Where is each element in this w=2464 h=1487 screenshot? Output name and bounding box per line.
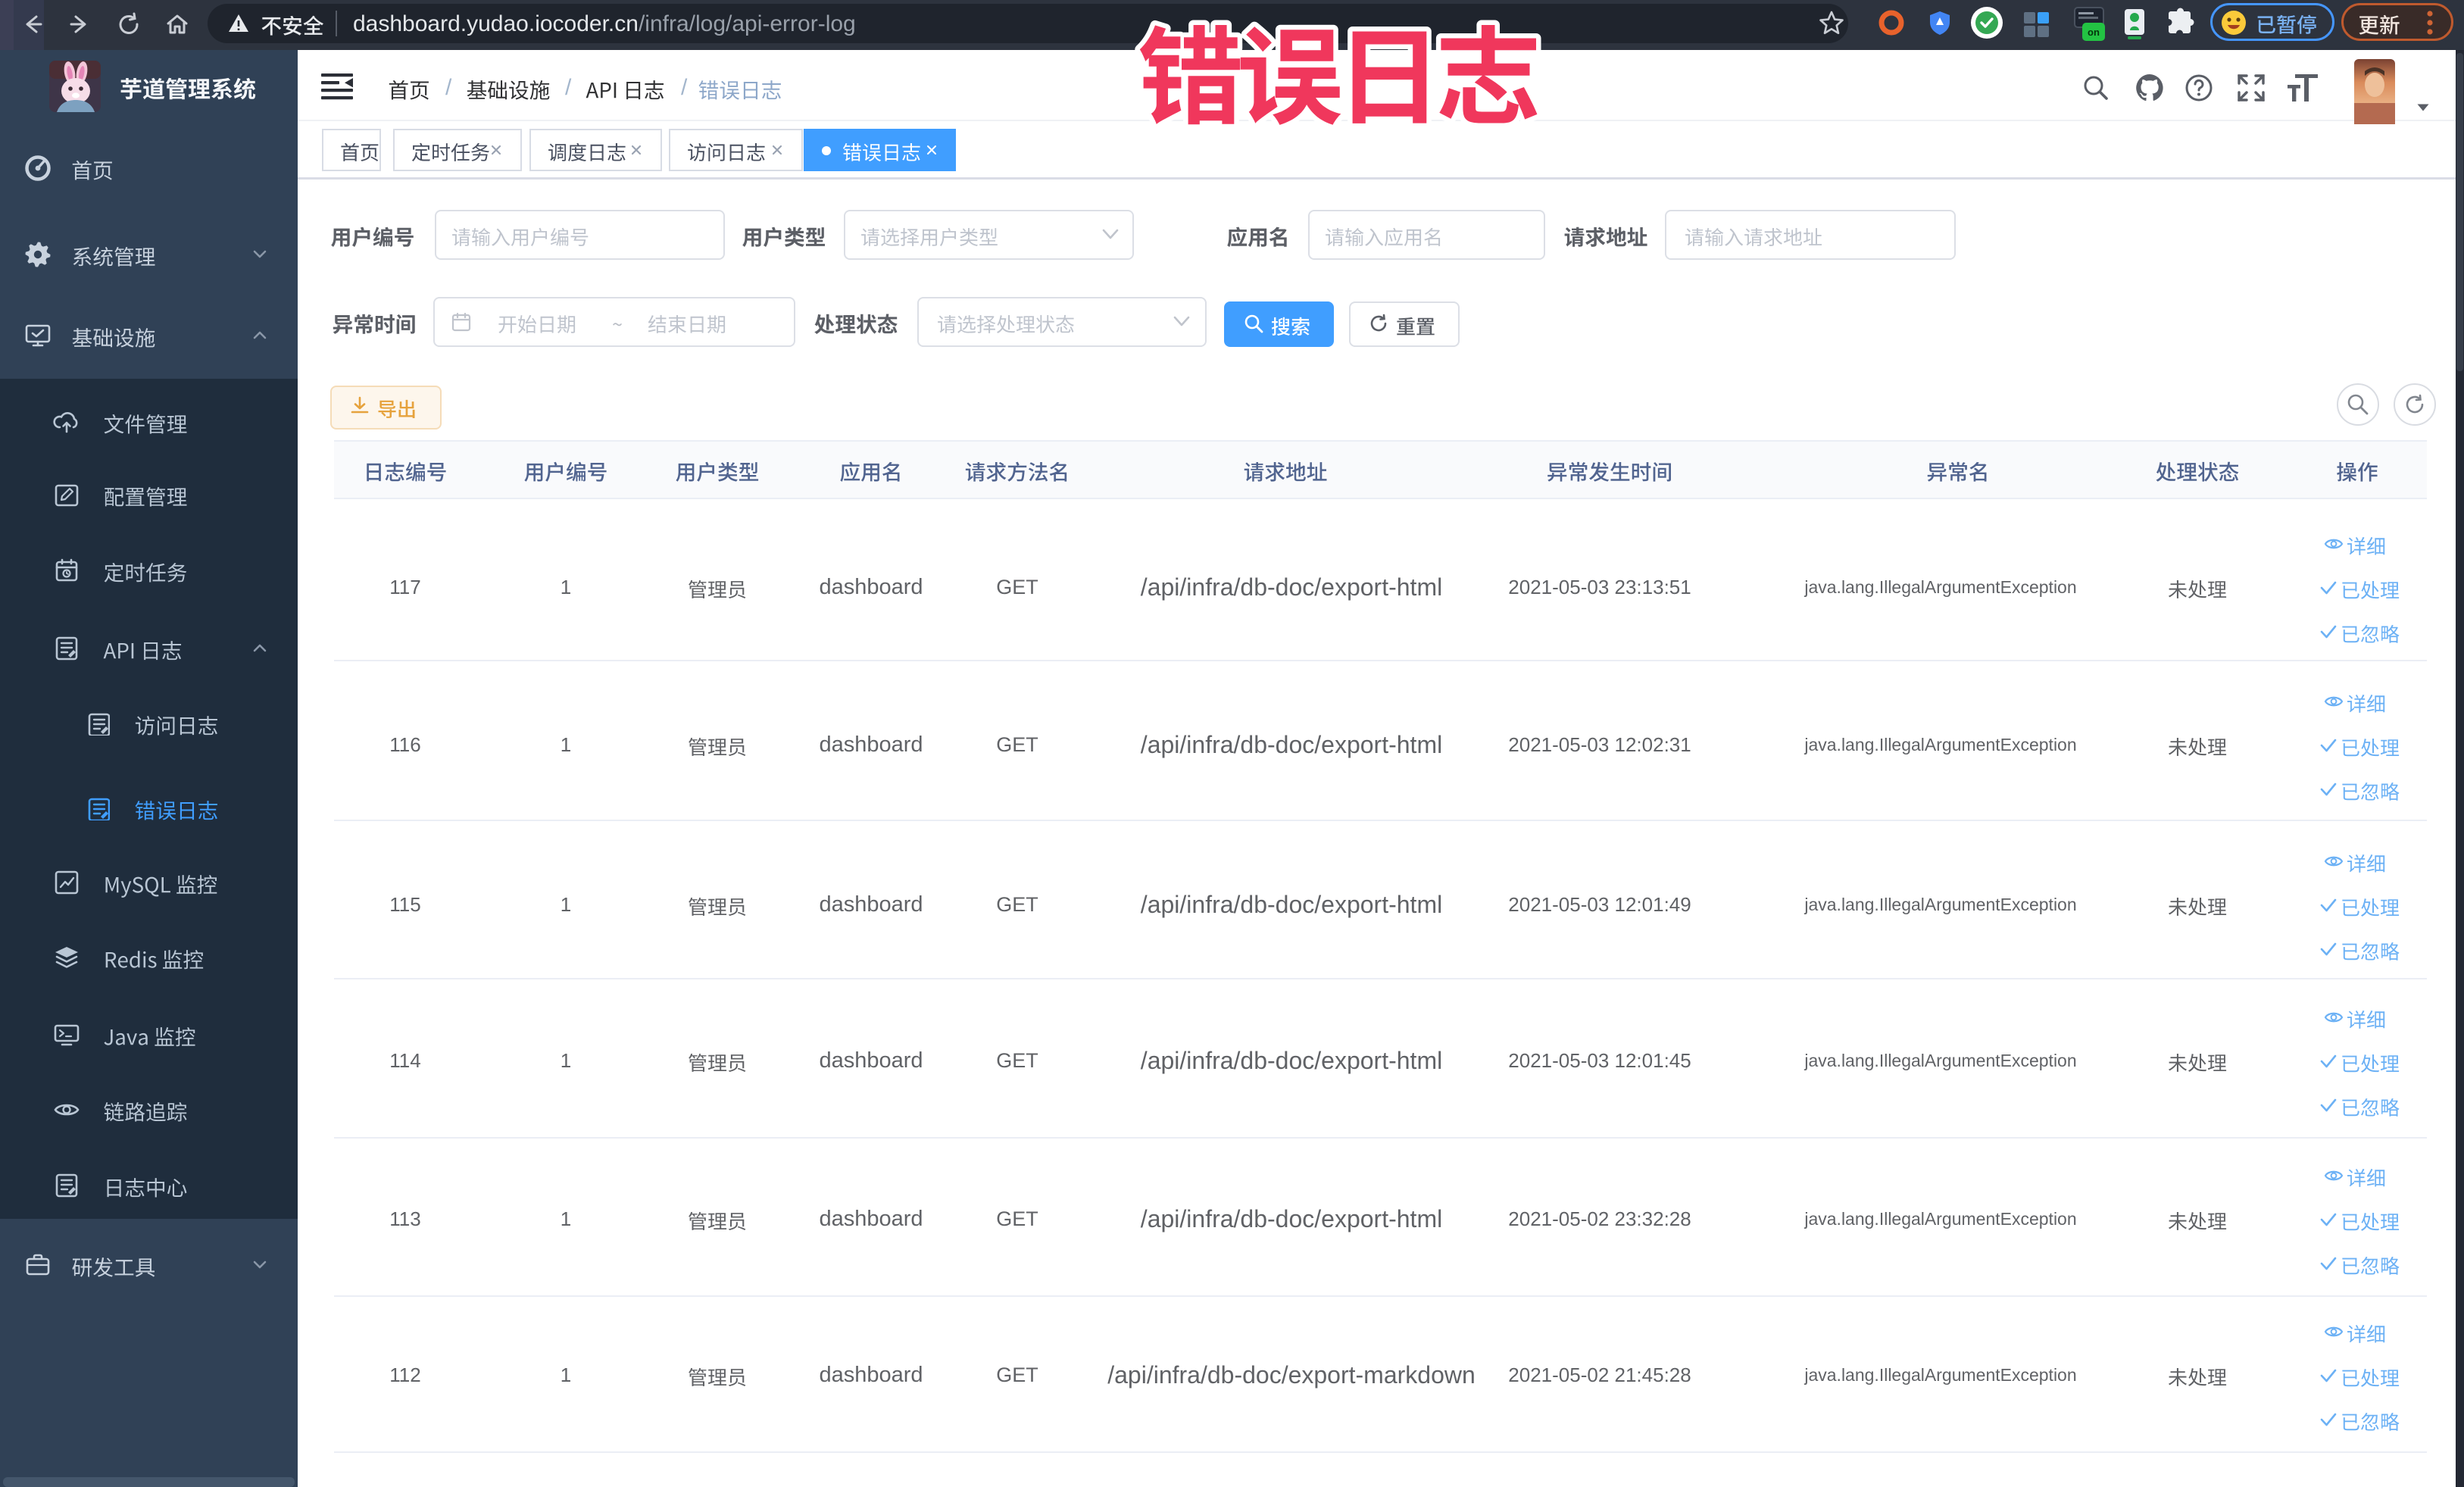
svg-text:on: on: [2088, 27, 2100, 38]
